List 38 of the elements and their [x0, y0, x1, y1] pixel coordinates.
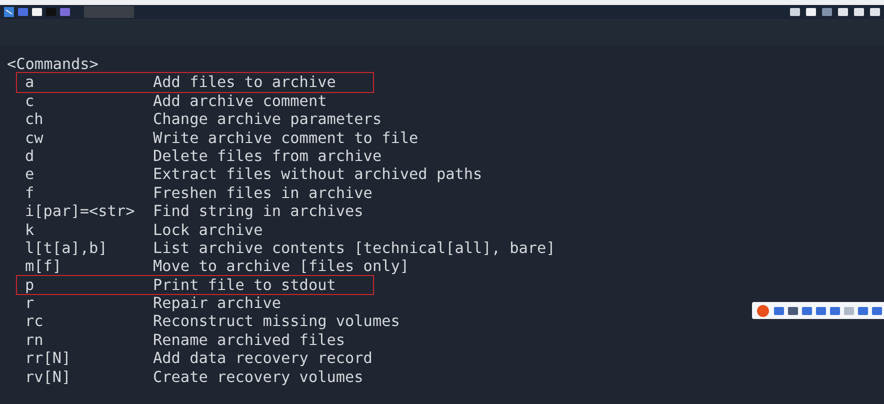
command-description: Add files to archive	[153, 73, 336, 92]
command-key: r	[25, 294, 153, 312]
command-description: Repair archive	[153, 294, 282, 312]
command-key: a	[25, 73, 153, 92]
command-description: Find string in archives	[153, 202, 364, 221]
command-key: cw	[25, 128, 153, 147]
command-key: p	[25, 276, 153, 294]
command-description: Lock archive	[153, 220, 263, 239]
command-description: Create recovery volumes	[153, 368, 364, 386]
section-heading: <Commands>	[7, 55, 100, 74]
command-description: Add archive comment	[153, 92, 327, 110]
command-key: rr[N]	[25, 349, 153, 368]
command-description: Freshen files in archive	[153, 184, 372, 202]
command-description: Rename archived files	[153, 330, 346, 350]
command-key: rv[N]	[25, 368, 153, 386]
command-key: ch	[25, 110, 153, 129]
command-description: Extract files without archived paths	[153, 165, 482, 184]
command-description: List archive contents [technical[all], bare]	[153, 238, 556, 258]
command-description: Reconstruct missing volumes	[153, 312, 400, 331]
command-description: Delete files from archive	[153, 146, 382, 166]
command-key: k	[25, 220, 153, 239]
command-description: Move to archive [files only]	[153, 257, 410, 276]
command-key: c	[25, 92, 153, 110]
command-description: Print file to stdout	[153, 276, 336, 294]
command-key: rn	[25, 330, 153, 350]
command-key: f	[25, 184, 153, 202]
terminal-tab[interactable]	[84, 6, 134, 18]
input-method-icon[interactable]	[756, 304, 770, 318]
app-menu-icon[interactable]	[4, 7, 14, 17]
command-key: e	[25, 165, 153, 184]
command-description: Write archive comment to file	[153, 128, 418, 147]
command-key: rc	[25, 312, 153, 331]
command-key: m[f]	[25, 257, 153, 276]
command-key: i[par]=<str>	[25, 202, 153, 221]
command-description: Change archive parameters	[153, 110, 382, 129]
command-key: d	[25, 146, 153, 166]
command-key: l[t[a],b]	[25, 238, 153, 258]
command-description: Add data recovery record	[153, 349, 372, 368]
